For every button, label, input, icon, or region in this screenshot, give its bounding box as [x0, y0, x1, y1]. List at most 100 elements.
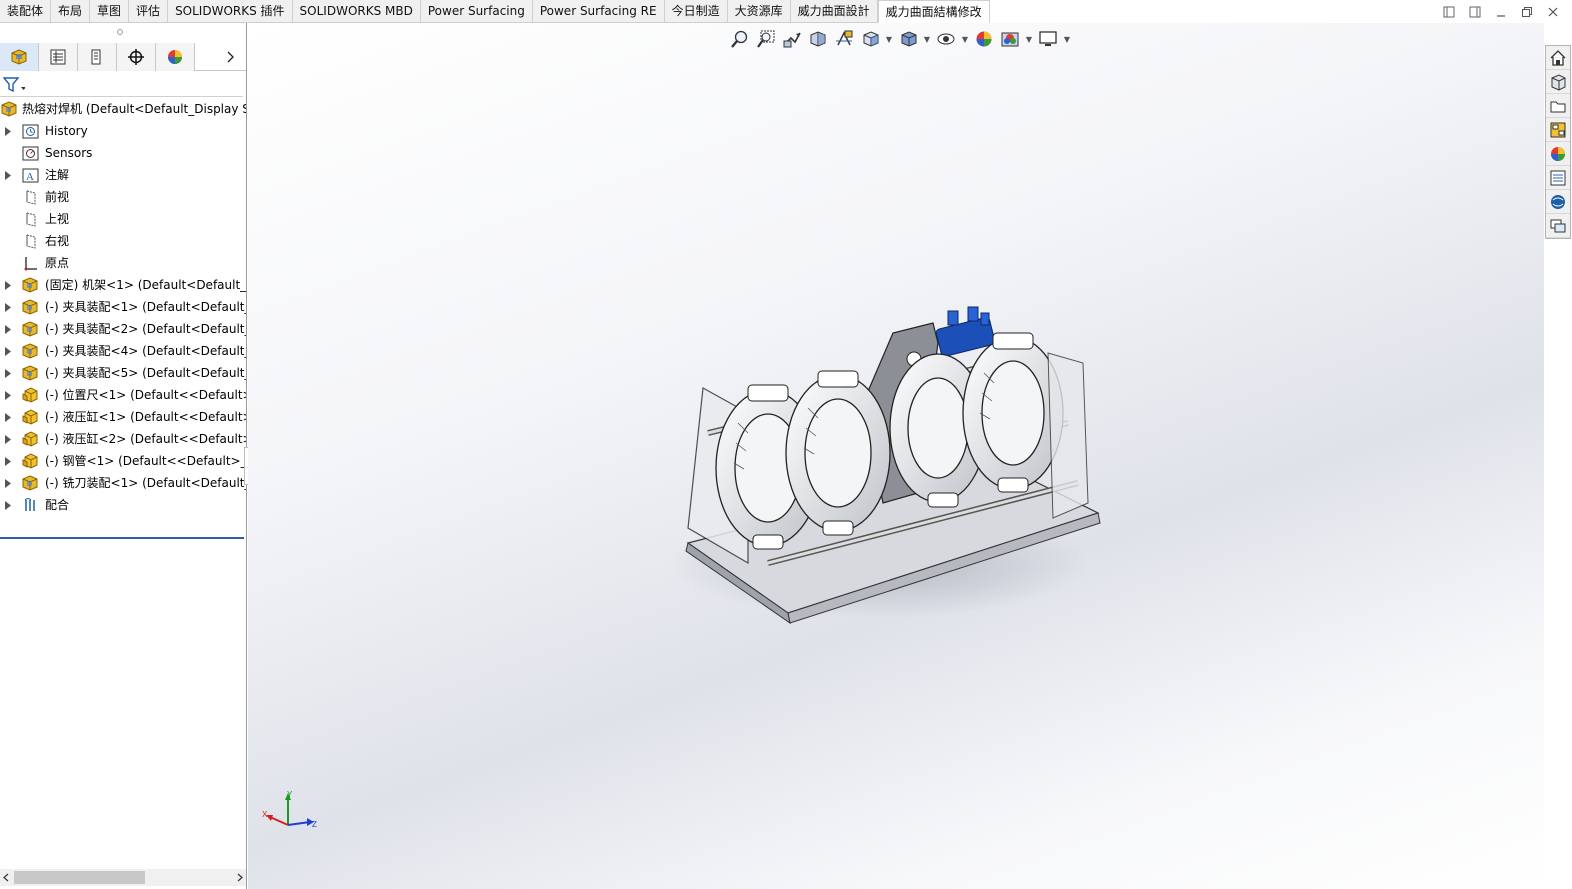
display-manager-tab[interactable]	[156, 43, 195, 71]
expand-arrow-icon[interactable]	[3, 362, 13, 384]
expand-arrow-icon[interactable]	[3, 494, 13, 516]
expand-arrow-icon[interactable]	[3, 406, 13, 428]
view-settings-dropdown[interactable]: ▼	[1063, 28, 1071, 50]
tree-item[interactable]: 配合	[0, 494, 246, 516]
ribbon-tab[interactable]: 装配体	[0, 0, 52, 23]
tree-item[interactable]: Sensors	[0, 142, 246, 164]
expand-arrow-icon[interactable]	[3, 164, 13, 186]
ribbon-tab[interactable]: 今日制造	[664, 0, 728, 23]
panel-grip[interactable]	[0, 23, 246, 41]
tree-item-label: 上视	[45, 212, 70, 226]
display-style-dropdown[interactable]: ▼	[923, 28, 931, 50]
view-orientation-icon[interactable]	[859, 28, 881, 50]
tree-item[interactable]: (-) 钢管<1> (Default<<Default>_Ph	[0, 450, 246, 472]
restore-icon[interactable]	[1514, 2, 1540, 22]
rollback-bar[interactable]	[0, 537, 244, 539]
tree-item[interactable]: (-) 液压缸<1> (Default<<Default>_	[0, 406, 246, 428]
graphics-area[interactable]: ▼ ▼ ▼ ▼ ▼ Y X Z	[248, 23, 1544, 889]
hide-show-items-icon[interactable]	[935, 28, 957, 50]
tile-left-icon[interactable]	[1436, 2, 1462, 22]
expand-arrow-icon[interactable]	[3, 274, 13, 296]
ribbon-tab[interactable]: 草图	[90, 0, 130, 23]
zoom-to-area-icon[interactable]	[755, 28, 777, 50]
minimize-icon[interactable]	[1488, 2, 1514, 22]
property-manager-tab[interactable]	[39, 43, 78, 71]
part-icon	[22, 409, 39, 426]
tree-item[interactable]: History	[0, 120, 246, 142]
tree-item[interactable]: 右视	[0, 230, 246, 252]
ribbon-tab[interactable]: 布局	[51, 0, 91, 23]
tree-item[interactable]: (-) 夹具装配<1> (Default<Default_D	[0, 296, 246, 318]
horizontal-scrollbar[interactable]	[0, 869, 246, 886]
expand-arrow-icon[interactable]	[3, 296, 13, 318]
command-manager-tabs: 装配体 布局 草图 评估 SOLIDWORKS 插件 SOLIDWORKS MBD Powe…	[0, 0, 1572, 23]
expand-arrow-icon[interactable]	[3, 428, 13, 450]
subassembly-icon	[22, 299, 39, 316]
expand-arrow-icon[interactable]	[3, 120, 13, 142]
subassembly-icon	[22, 475, 39, 492]
zoom-to-fit-icon[interactable]	[729, 28, 751, 50]
view-settings-icon[interactable]	[1037, 28, 1059, 50]
expand-arrow-icon[interactable]	[3, 384, 13, 406]
tree-item[interactable]: (-) 夹具装配<2> (Default<Default_D	[0, 318, 246, 340]
previous-view-icon[interactable]	[781, 28, 803, 50]
dimxpert-manager-tab[interactable]	[117, 43, 156, 71]
hide-show-dropdown[interactable]: ▼	[961, 28, 969, 50]
appearances-icon[interactable]	[1546, 142, 1570, 166]
tree-root[interactable]: 热熔对焊机 (Default<Default_Display St	[0, 98, 246, 120]
chevron-right-icon[interactable]	[216, 43, 246, 71]
tree-item[interactable]: (-) 液压缸<2> (Default<<Default>_	[0, 428, 246, 450]
assembly-model[interactable]	[668, 293, 1108, 646]
tree-item[interactable]: A 注解	[0, 164, 246, 186]
ribbon-tab[interactable]: 威力曲面設計	[790, 0, 878, 23]
solidworks-forum-icon[interactable]	[1546, 190, 1570, 214]
close-icon[interactable]	[1540, 2, 1566, 22]
ribbon-tab[interactable]: Power Surfacing RE	[532, 0, 665, 23]
expand-arrow-icon[interactable]	[3, 450, 13, 472]
filter-icon[interactable]	[2, 76, 26, 97]
history-icon	[22, 123, 39, 140]
configuration-manager-tab[interactable]	[78, 43, 117, 71]
window-controls	[1436, 2, 1566, 22]
subassembly-icon	[22, 365, 39, 382]
display-style-icon[interactable]	[897, 28, 919, 50]
custom-properties-icon[interactable]	[1546, 166, 1570, 190]
ribbon-tab[interactable]: Power Surfacing	[420, 0, 533, 23]
file-explorer-icon[interactable]	[1546, 94, 1570, 118]
view-palette-icon[interactable]	[1546, 118, 1570, 142]
scroll-left-icon[interactable]	[0, 869, 12, 886]
tile-right-icon[interactable]	[1462, 2, 1488, 22]
expand-arrow-icon[interactable]	[3, 472, 13, 494]
tree-item-label: (固定) 机架<1> (Default<Default_Di	[45, 278, 246, 292]
tree-root-label: 热熔对焊机 (Default<Default_Display St	[22, 102, 246, 116]
tree-item[interactable]: (-) 位置尺<1> (Default<<Default>_	[0, 384, 246, 406]
solidworks-resources-icon[interactable]	[1546, 46, 1570, 70]
scroll-thumb[interactable]	[14, 871, 145, 884]
design-library-icon[interactable]	[1546, 70, 1570, 94]
section-view-icon[interactable]	[807, 28, 829, 50]
ribbon-tab[interactable]: 评估	[129, 0, 169, 23]
scroll-right-icon[interactable]	[234, 869, 246, 886]
tree-item[interactable]: (-) 夹具装配<4> (Default<Default_D	[0, 340, 246, 362]
tree-item[interactable]: 原点	[0, 252, 246, 274]
apply-scene-dropdown[interactable]: ▼	[1025, 28, 1033, 50]
ribbon-tab[interactable]: 大资源库	[727, 0, 791, 23]
tree-item[interactable]: 前视	[0, 186, 246, 208]
3dexperience-icon[interactable]	[1546, 214, 1570, 238]
ribbon-tab[interactable]: 威力曲面結構修改	[877, 0, 990, 23]
dynamic-annotation-icon[interactable]	[833, 28, 855, 50]
subassembly-icon	[22, 277, 39, 294]
tree-item[interactable]: (-) 夹具装配<5> (Default<Default_D	[0, 362, 246, 384]
ribbon-tab[interactable]: SOLIDWORKS 插件	[168, 0, 293, 23]
tree-item[interactable]: 上视	[0, 208, 246, 230]
feature-manager-tab[interactable]	[0, 43, 39, 71]
expand-arrow-icon[interactable]	[3, 340, 13, 362]
view-orientation-dropdown[interactable]: ▼	[885, 28, 893, 50]
tree-item[interactable]: (-) 铣刀装配<1> (Default<Default_D	[0, 472, 246, 494]
expand-arrow-icon[interactable]	[3, 318, 13, 340]
ribbon-tab[interactable]: SOLIDWORKS MBD	[292, 0, 421, 23]
tree-filter[interactable]	[0, 73, 243, 97]
edit-appearance-icon[interactable]	[973, 28, 995, 50]
apply-scene-icon[interactable]	[999, 28, 1021, 50]
tree-item[interactable]: (固定) 机架<1> (Default<Default_Di	[0, 274, 246, 296]
